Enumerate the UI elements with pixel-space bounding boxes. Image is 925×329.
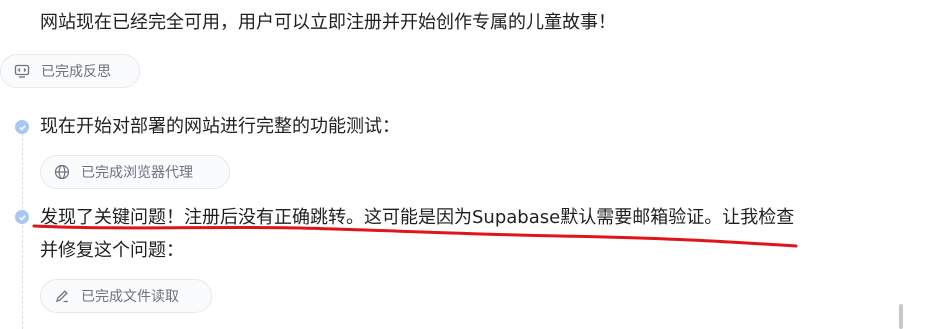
reflection-status-pill[interactable]: 已完成反思 [0, 54, 140, 88]
step-check-icon [15, 210, 29, 224]
browser-agent-status-label: 已完成浏览器代理 [81, 165, 193, 181]
message-text-completed: 网站现在已经完全可用，用户可以立即注册并开始创作专属的儿童故事！ [40, 12, 616, 33]
scrollbar-thumb[interactable] [899, 304, 903, 329]
globe-icon [53, 163, 71, 181]
browser-agent-status-pill[interactable]: 已完成浏览器代理 [40, 155, 230, 189]
pencil-icon [53, 287, 71, 305]
step-text-issue-line2: 并修复这个问题： [40, 240, 184, 261]
reflection-status-label: 已完成反思 [41, 64, 111, 80]
step-check-icon [15, 120, 29, 134]
timeline-connector [22, 225, 23, 329]
file-read-status-pill[interactable]: 已完成文件读取 [40, 279, 212, 313]
monitor-code-icon [13, 62, 31, 80]
chat-log: 网站现在已经完全可用，用户可以立即注册并开始创作专属的儿童故事！ 已完成反思 现… [0, 0, 925, 329]
file-read-status-label: 已完成文件读取 [81, 289, 179, 305]
step-text-issue-line1: 发现了关键问题！注册后没有正确跳转。这可能是因为Supabase默认需要邮箱验证… [40, 207, 795, 228]
step-text-testing: 现在开始对部署的网站进行完整的功能测试： [40, 116, 400, 137]
timeline-connector [22, 133, 23, 209]
